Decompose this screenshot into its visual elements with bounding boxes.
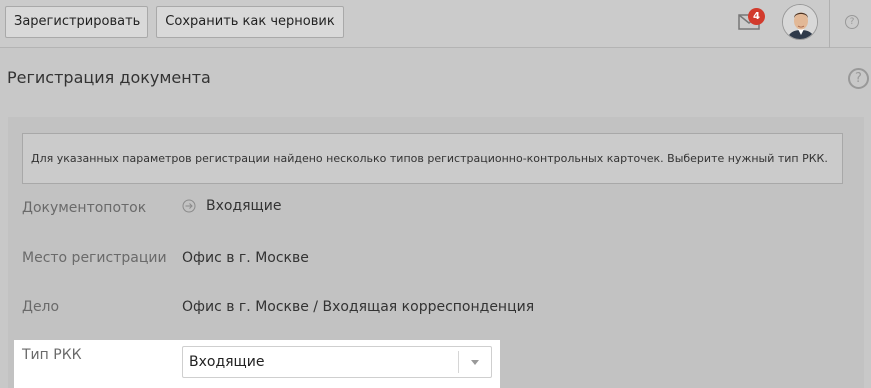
flow-value: Входящие — [206, 198, 282, 214]
info-notice: Для указанных параметров регистрации най… — [22, 133, 843, 184]
place-value: Офис в г. Москве — [182, 250, 309, 266]
flow-label: Документопоток — [22, 200, 147, 216]
avatar-image — [783, 5, 817, 39]
help-icon[interactable]: ? — [845, 15, 859, 29]
rkk-label: Тип РКК — [22, 347, 82, 363]
place-label: Место регистрации — [22, 250, 167, 266]
arrow-circle-icon — [182, 199, 196, 213]
rkk-type-select[interactable]: Входящие — [182, 346, 492, 378]
case-value: Офис в г. Москве / Входящая корреспонден… — [182, 299, 535, 315]
save-draft-button[interactable]: Сохранить как черновик — [156, 6, 344, 38]
case-label: Дело — [22, 299, 60, 315]
help-icon[interactable]: ? — [848, 68, 869, 89]
avatar[interactable] — [782, 4, 818, 40]
select-divider — [458, 351, 459, 373]
toolbar-divider — [829, 0, 830, 48]
toolbar: Зарегистрировать Сохранить как черновик … — [0, 0, 871, 48]
rkk-select-value: Входящие — [189, 354, 265, 370]
notification-badge: 4 — [748, 8, 765, 25]
page-title: Регистрация документа — [7, 68, 211, 87]
register-button[interactable]: Зарегистрировать — [5, 6, 148, 38]
chevron-down-icon[interactable] — [471, 360, 479, 365]
